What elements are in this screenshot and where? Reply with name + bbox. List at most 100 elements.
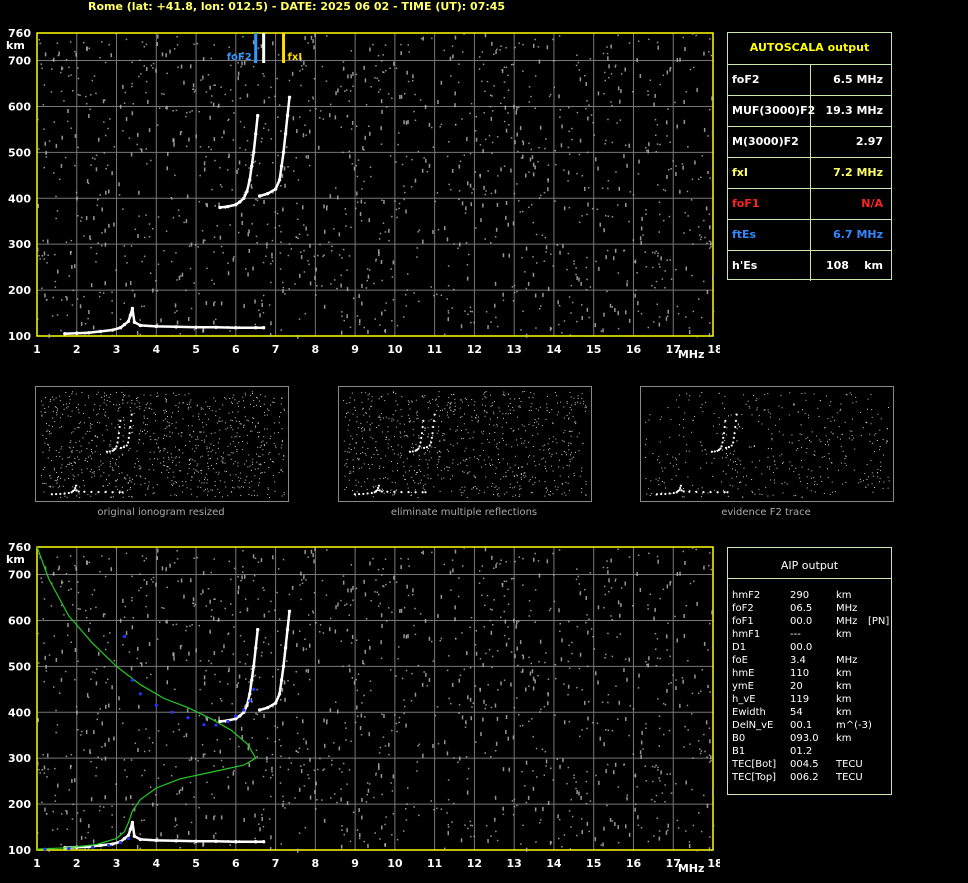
noise-dot <box>503 634 506 637</box>
thumb-noise-dot <box>113 404 114 406</box>
noise-dot <box>227 683 229 685</box>
thumb-noise-dot <box>237 411 239 413</box>
thumb-noise-dot <box>404 478 406 480</box>
autoscala-title: AUTOSCALA output <box>749 41 870 54</box>
noise-dot <box>360 220 363 222</box>
noise-dot <box>450 589 452 591</box>
thumb-noise-dot <box>175 395 177 396</box>
noise-dot <box>521 654 524 656</box>
noise-dot <box>85 216 88 220</box>
noise-dot <box>604 657 606 659</box>
thumb-noise-dot <box>197 404 199 406</box>
noise-dot <box>59 178 61 180</box>
thumb-noise-dot <box>243 426 244 428</box>
thumb-noise-dot <box>849 430 851 432</box>
thumb-noise-dot <box>364 428 365 430</box>
thumb-noise-dot <box>740 463 742 465</box>
thumb-noise-dot <box>347 429 349 431</box>
thumb-noise-dot <box>581 488 583 489</box>
noise-dot <box>77 77 80 80</box>
thumb-noise-dot <box>571 458 573 460</box>
thumb-noise-dot <box>447 466 449 468</box>
thumb-noise-dot <box>450 402 452 404</box>
thumb-noise-dot <box>751 461 753 463</box>
thumb-noise-dot <box>789 392 791 394</box>
thumb-noise-dot <box>159 450 161 452</box>
noise-dot <box>165 744 168 746</box>
thumb-trace-point <box>417 447 420 450</box>
noise-dot <box>470 616 473 619</box>
thumb-noise-dot <box>767 448 769 449</box>
noise-dot <box>626 796 628 801</box>
thumb-noise-dot <box>182 418 184 420</box>
thumb-noise-dot <box>697 488 699 490</box>
noise-dot <box>104 613 106 615</box>
noise-dot <box>696 87 698 92</box>
noise-dot <box>277 568 280 570</box>
thumb-noise-dot <box>416 411 418 413</box>
noise-dot <box>221 186 223 188</box>
noise-dot <box>186 111 188 114</box>
noise-dot <box>270 263 272 265</box>
thumb-noise-dot <box>876 472 878 473</box>
thumb-noise-dot <box>581 491 583 493</box>
noise-dot <box>227 633 229 636</box>
thumb-noise-dot <box>350 435 352 437</box>
thumb-noise-dot <box>798 440 800 442</box>
noise-dot <box>216 105 219 108</box>
thumb-noise-dot <box>521 442 523 444</box>
noise-dot <box>536 262 538 264</box>
noise-dot <box>651 798 653 801</box>
thumb-noise-dot <box>569 459 571 460</box>
thumb-noise-dot <box>801 393 803 395</box>
noise-dot <box>338 254 341 256</box>
noise-dot <box>487 325 489 329</box>
y-tick-label: 100 <box>8 330 31 343</box>
noise-dot <box>611 619 613 621</box>
thumb-noise-dot <box>548 494 550 496</box>
noise-dot <box>465 756 468 758</box>
noise-dot <box>213 84 215 86</box>
noise-dot <box>555 677 557 680</box>
noise-dot <box>646 149 648 152</box>
page-title: Rome (lat: +41.8, lon: 012.5) - DATE: 20… <box>88 0 506 13</box>
noise-dot <box>458 704 461 706</box>
thumb-noise-dot <box>521 466 523 467</box>
noise-dot <box>412 80 414 82</box>
thumb-noise-dot <box>477 459 479 461</box>
noise-dot <box>139 833 141 835</box>
noise-dot <box>193 328 196 331</box>
thumb-noise-dot <box>157 458 159 460</box>
noise-dot <box>150 159 152 162</box>
x-tick-label: 14 <box>546 343 562 356</box>
thumb-noise-dot <box>443 439 445 441</box>
noise-dot <box>179 131 182 136</box>
thumb-noise-dot <box>819 466 821 468</box>
thumb-noise-dot <box>219 417 221 419</box>
thumb-noise-dot <box>375 485 377 487</box>
noise-dot <box>61 581 64 584</box>
thumb-noise-dot <box>782 462 783 464</box>
noise-dot <box>346 287 349 292</box>
noise-dot <box>231 100 234 102</box>
thumb-noise-dot <box>244 463 246 465</box>
thumb-noise-dot <box>355 495 356 497</box>
noise-dot <box>555 163 557 166</box>
noise-dot <box>676 638 678 643</box>
thumb-noise-dot <box>675 459 677 461</box>
noise-dot <box>108 558 110 560</box>
noise-dot <box>503 120 506 123</box>
noise-dot <box>237 71 240 76</box>
noise-dot <box>642 234 644 236</box>
thumb-noise-dot <box>514 398 516 400</box>
thumb-noise-dot <box>721 481 723 483</box>
thumb-noise-dot <box>449 478 451 480</box>
thumb-noise-dot <box>236 435 238 437</box>
noise-dot <box>56 42 59 44</box>
noise-dot <box>379 838 381 840</box>
thumb-noise-dot <box>178 406 180 408</box>
noise-dot <box>261 299 263 302</box>
noise-dot <box>570 312 572 314</box>
noise-dot <box>433 808 435 811</box>
thumb-noise-dot <box>90 495 92 497</box>
